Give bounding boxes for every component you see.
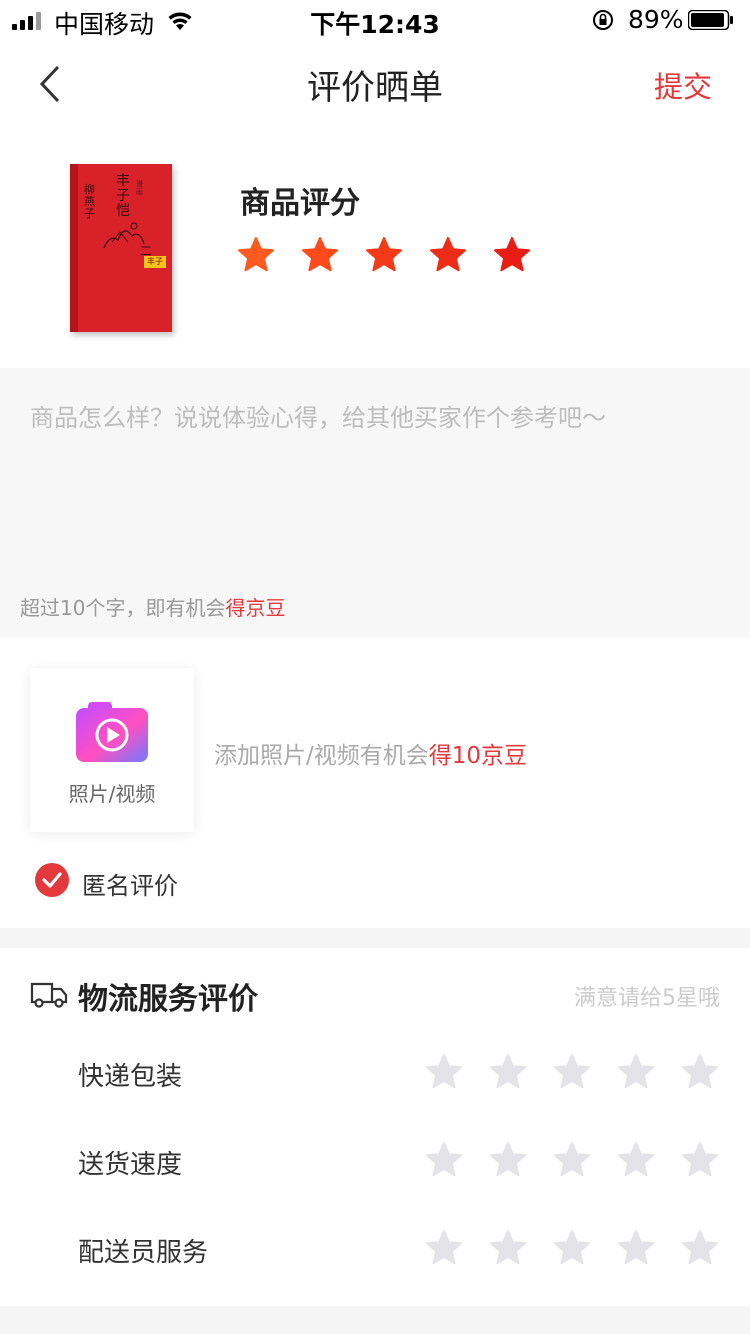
logistics-star-icon[interactable] bbox=[553, 1141, 591, 1179]
logistics-star-icon[interactable] bbox=[553, 1053, 591, 1091]
media-reward-amount: 得10京豆 bbox=[428, 743, 528, 769]
logistics-star-icon[interactable] bbox=[553, 1229, 591, 1267]
logistics-star-icon[interactable] bbox=[681, 1229, 719, 1267]
logistics-star-icon[interactable] bbox=[681, 1141, 719, 1179]
review-length-hint: 超过10个字，即有机会得京豆 bbox=[20, 596, 286, 620]
courier-service-label: 配送员服务 bbox=[78, 1238, 209, 1268]
logistics-star-icon[interactable] bbox=[489, 1229, 527, 1267]
upload-label: 照片/视频 bbox=[68, 782, 156, 806]
anonymous-review-label[interactable]: 匿名评价 bbox=[82, 866, 178, 901]
status-bar: 中国移动 下午12:43 89% bbox=[0, 0, 750, 40]
battery-percentage: 89% bbox=[628, 5, 684, 34]
media-reward-tip: 添加照片/视频有机会得10京豆 bbox=[214, 743, 528, 769]
product-star-icon[interactable] bbox=[365, 236, 403, 274]
camera-video-icon[interactable] bbox=[76, 700, 148, 762]
product-star-icon[interactable] bbox=[301, 236, 339, 274]
logistics-hint: 满意请给5星哦 bbox=[574, 986, 720, 1011]
logistics-star-icon[interactable] bbox=[617, 1053, 655, 1091]
product-rating-label: 商品评分 bbox=[240, 186, 360, 221]
logistics-star-icon[interactable] bbox=[489, 1141, 527, 1179]
product-star-icon[interactable] bbox=[493, 236, 531, 274]
section-divider bbox=[0, 928, 750, 948]
packaging-label: 快递包装 bbox=[78, 1062, 183, 1092]
rotation-lock-icon bbox=[593, 10, 613, 30]
logistics-star-icon[interactable] bbox=[681, 1053, 719, 1091]
product-star-icon[interactable] bbox=[429, 236, 467, 274]
bottom-spacer bbox=[0, 1306, 750, 1334]
logistics-star-icon[interactable] bbox=[425, 1229, 463, 1267]
submit-button[interactable]: 提交 bbox=[654, 64, 712, 106]
logistics-star-icon[interactable] bbox=[425, 1141, 463, 1179]
battery-icon bbox=[688, 10, 733, 30]
logistics-title: 物流服务评价 bbox=[78, 982, 258, 1017]
jingdou-reward-text: 得京豆 bbox=[225, 596, 286, 620]
logistics-star-icon[interactable] bbox=[489, 1053, 527, 1091]
logistics-star-icon[interactable] bbox=[425, 1053, 463, 1091]
product-star-icon[interactable] bbox=[237, 236, 275, 274]
product-image: 丰子恺 柳燕子 漫画 二 丰子 bbox=[70, 164, 172, 332]
delivery-speed-label: 送货速度 bbox=[78, 1150, 183, 1180]
logistics-star-icon[interactable] bbox=[617, 1229, 655, 1267]
logistics-star-icon[interactable] bbox=[617, 1141, 655, 1179]
truck-icon bbox=[30, 982, 68, 1008]
review-placeholder: 商品怎么样？说说体验心得，给其他买家作个参考吧～ bbox=[30, 404, 606, 432]
check-circle-icon[interactable] bbox=[34, 862, 70, 898]
page-title: 评价晒单 bbox=[307, 68, 443, 108]
